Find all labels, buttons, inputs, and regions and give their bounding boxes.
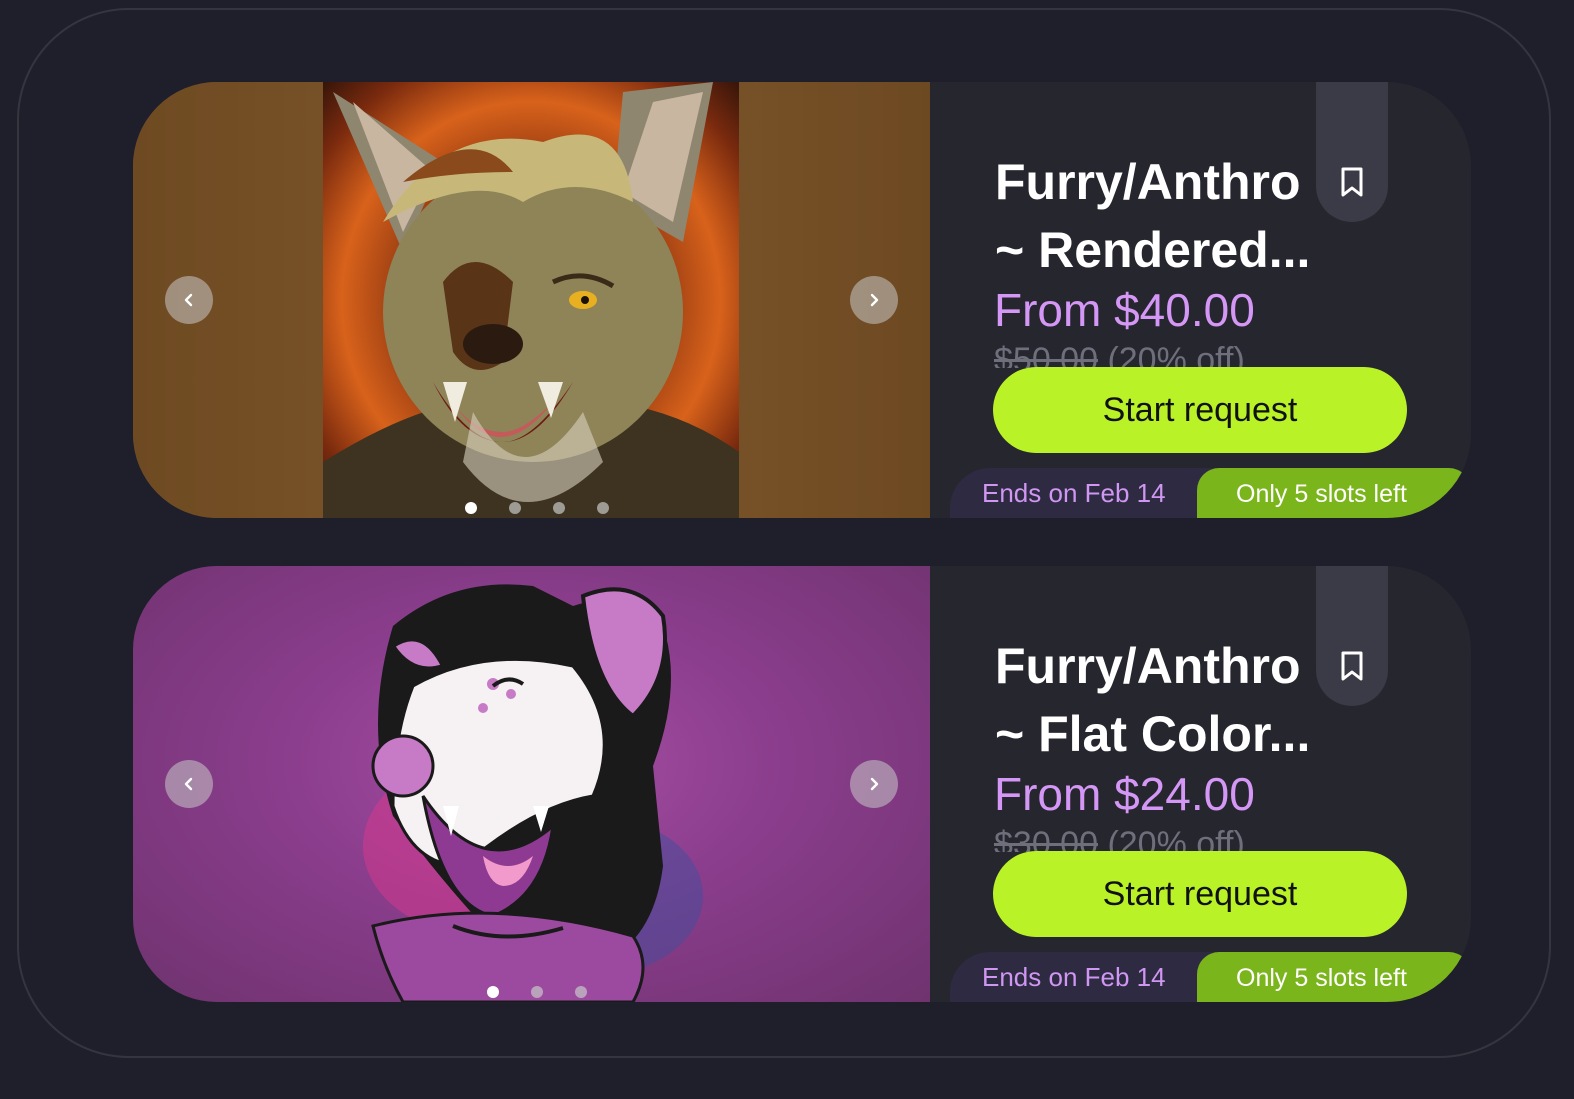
listing-info: Furry/Anthro ~ Flat Color... From $24.00…: [930, 566, 1471, 1002]
original-price: $30.00 (20% off): [994, 824, 1245, 852]
bookmark-button[interactable]: [1316, 82, 1388, 222]
carousel-dot[interactable]: [553, 502, 565, 514]
listing-card[interactable]: Furry/Anthro ~ Flat Color... From $24.00…: [133, 566, 1471, 1002]
chevron-right-icon: [870, 777, 879, 791]
image-carousel[interactable]: [133, 82, 930, 518]
original-price-value: $30.00: [994, 825, 1098, 852]
slots-left-badge: Only 5 slots left: [1197, 468, 1471, 518]
previous-image-button[interactable]: [165, 276, 213, 324]
chevron-right-icon: [870, 293, 879, 307]
next-image-button[interactable]: [850, 276, 898, 324]
carousel-dot[interactable]: [597, 502, 609, 514]
carousel-dot[interactable]: [487, 986, 499, 998]
bookmark-icon: [1341, 651, 1363, 681]
price: From $40.00: [994, 284, 1255, 336]
listing-title: Furry/Anthro ~ Flat Color...: [995, 632, 1315, 768]
listing-title: Furry/Anthro ~ Rendered...: [995, 148, 1315, 284]
carousel-dot[interactable]: [509, 502, 521, 514]
carousel-dot[interactable]: [465, 502, 477, 514]
bookmark-button[interactable]: [1316, 566, 1388, 706]
slots-left-badge: Only 5 slots left: [1197, 952, 1471, 1002]
artwork-image: [323, 82, 739, 518]
image-carousel[interactable]: [133, 566, 930, 1002]
title-line: Furry/Anthro: [995, 154, 1301, 210]
chevron-left-icon: [184, 293, 193, 307]
carousel-dot[interactable]: [531, 986, 543, 998]
discount-label: (20% off): [1107, 341, 1245, 368]
listing-card[interactable]: Furry/Anthro ~ Rendered... From $40.00 $…: [133, 82, 1471, 518]
next-image-button[interactable]: [850, 760, 898, 808]
carousel-dots: [465, 502, 609, 514]
listings-container: Furry/Anthro ~ Rendered... From $40.00 $…: [17, 8, 1551, 1058]
start-request-button[interactable]: Start request: [993, 367, 1407, 453]
artwork-image: [363, 584, 703, 1002]
previous-image-button[interactable]: [165, 760, 213, 808]
carousel-dots: [487, 986, 587, 998]
chevron-left-icon: [184, 777, 193, 791]
original-price: $50.00 (20% off): [994, 340, 1245, 368]
price: From $24.00: [994, 768, 1255, 820]
carousel-dot[interactable]: [575, 986, 587, 998]
listing-info: Furry/Anthro ~ Rendered... From $40.00 $…: [930, 82, 1471, 518]
title-line: ~ Flat Color...: [995, 706, 1311, 762]
discount-label: (20% off): [1107, 825, 1245, 852]
bookmark-icon: [1341, 167, 1363, 197]
title-line: ~ Rendered...: [995, 222, 1311, 278]
title-line: Furry/Anthro: [995, 638, 1301, 694]
start-request-button[interactable]: Start request: [993, 851, 1407, 937]
original-price-value: $50.00: [994, 341, 1098, 368]
